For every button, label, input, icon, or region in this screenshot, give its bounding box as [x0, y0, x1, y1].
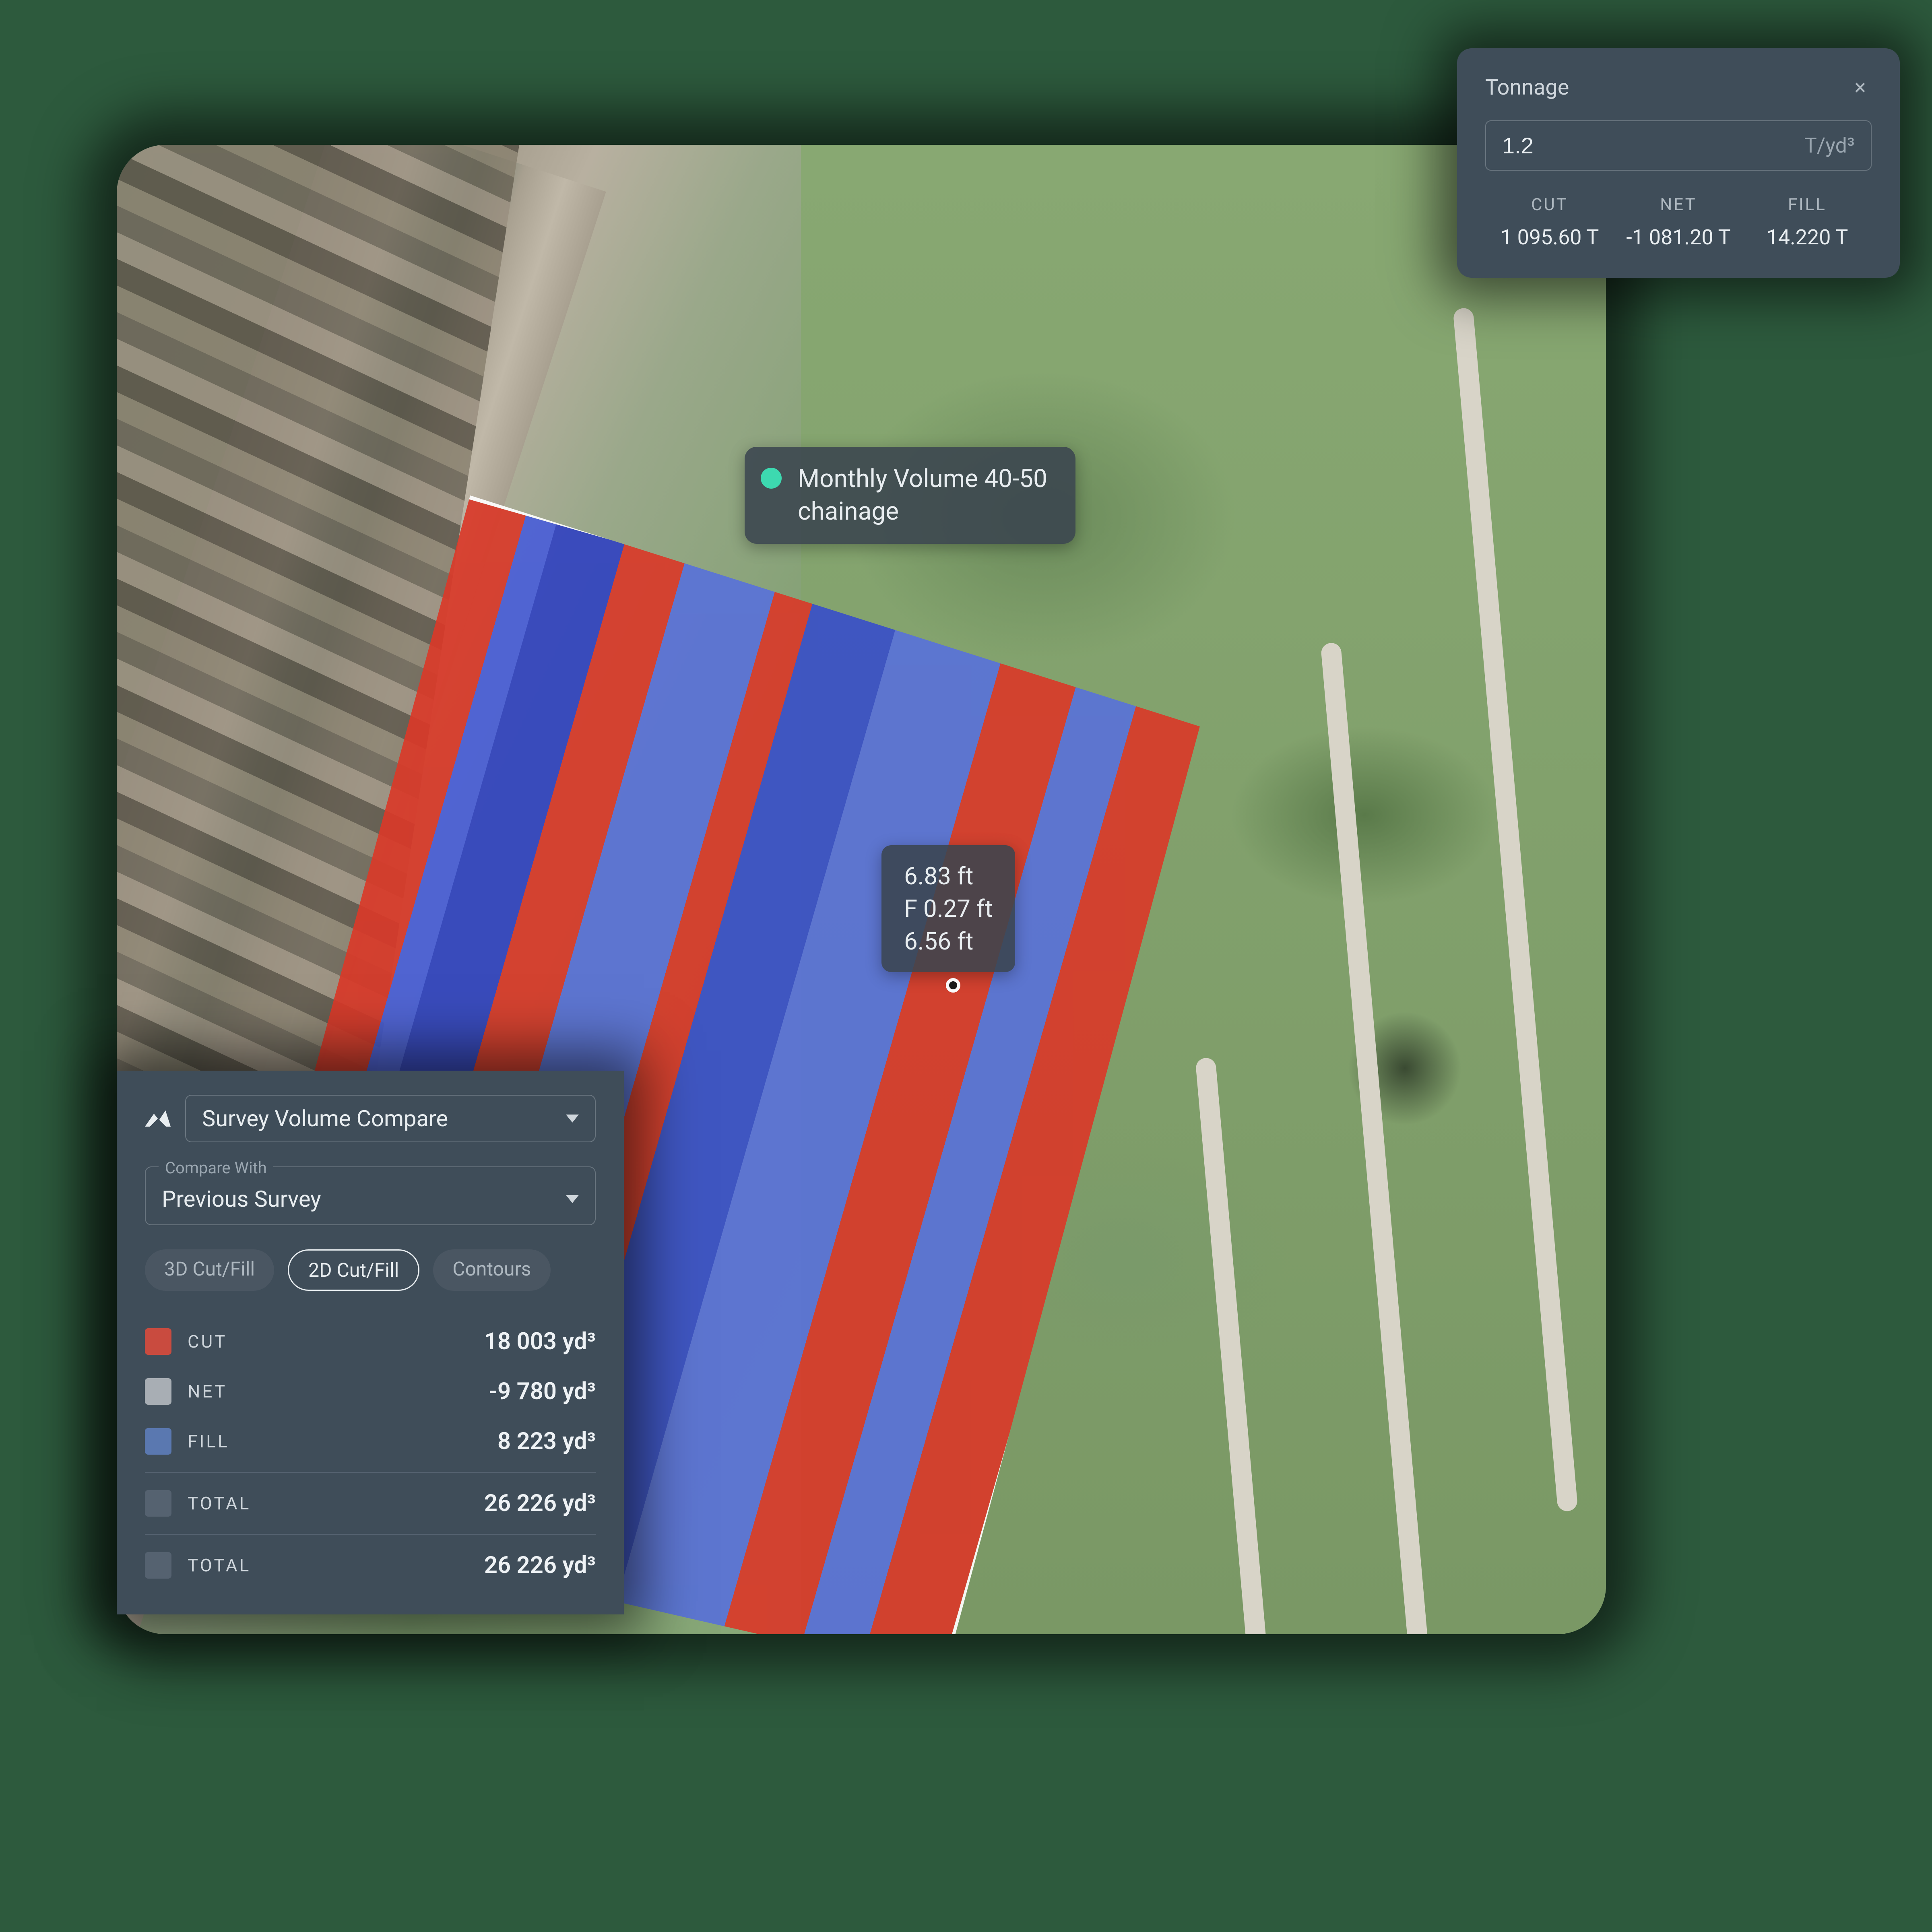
- fill-swatch: [145, 1428, 171, 1455]
- metric-row-total-2: TOTAL 26 226 yd³: [145, 1540, 596, 1590]
- fill-value: 8 223 yd³: [497, 1428, 596, 1455]
- point-readout-line3: 6.56 ft: [904, 925, 993, 958]
- point-readout-tooltip: 6.83 ft F 0.27 ft 6.56 ft: [881, 845, 1015, 972]
- point-readout-line1: 6.83 ft: [904, 860, 993, 892]
- compare-with-legend: Compare With: [159, 1158, 273, 1177]
- point-marker-icon[interactable]: [946, 978, 960, 993]
- volume-label-line2: chainage: [798, 495, 1047, 528]
- metric-row-net: NET -9 780 yd³: [145, 1366, 596, 1416]
- volume-label-text: Monthly Volume 40-50 chainage: [798, 463, 1047, 528]
- tonnage-net-label: NET: [1614, 195, 1743, 215]
- tonnage-title: Tonnage: [1485, 75, 1569, 100]
- tonnage-cut-label: CUT: [1485, 195, 1614, 215]
- net-swatch: [145, 1378, 171, 1405]
- tonnage-input[interactable]: [1502, 132, 1804, 159]
- metric-row-cut: CUT 18 003 yd³: [145, 1317, 596, 1366]
- survey-mode-label: Survey Volume Compare: [202, 1105, 448, 1132]
- total-value-2: 26 226 yd³: [484, 1552, 596, 1579]
- total-label-2: TOTAL: [188, 1555, 251, 1576]
- tab-3d-cut-fill[interactable]: 3D Cut/Fill: [145, 1249, 274, 1291]
- divider: [145, 1534, 596, 1535]
- divider: [145, 1472, 596, 1473]
- net-value: -9 780 yd³: [489, 1378, 596, 1405]
- volume-label-tooltip[interactable]: Monthly Volume 40-50 chainage: [745, 447, 1075, 544]
- tonnage-net-value: -1 081.20 T: [1614, 225, 1743, 250]
- terrain-icon: [145, 1110, 171, 1127]
- tonnage-fill-value: 14.220 T: [1743, 225, 1872, 250]
- total-label-1: TOTAL: [188, 1493, 251, 1514]
- chevron-down-icon: [566, 1115, 579, 1123]
- close-icon[interactable]: ×: [1849, 72, 1872, 103]
- total-value-1: 26 226 yd³: [484, 1490, 596, 1517]
- total-swatch: [145, 1552, 171, 1579]
- cut-label: CUT: [188, 1331, 227, 1352]
- chevron-down-icon: [566, 1195, 579, 1203]
- net-label: NET: [188, 1381, 227, 1402]
- cut-value: 18 003 yd³: [484, 1328, 596, 1355]
- total-swatch: [145, 1490, 171, 1517]
- volume-label-line1: Monthly Volume 40-50: [798, 463, 1047, 495]
- tonnage-input-row[interactable]: T/yd³: [1485, 120, 1872, 171]
- fill-label: FILL: [188, 1431, 229, 1452]
- tonnage-cut-value: 1 095.60 T: [1485, 225, 1614, 250]
- survey-volume-panel: Survey Volume Compare Compare With Previ…: [117, 1071, 624, 1614]
- tonnage-unit: T/yd³: [1804, 133, 1855, 158]
- view-tabs: 3D Cut/Fill 2D Cut/Fill Contours: [145, 1249, 596, 1291]
- compare-with-select[interactable]: Compare With Previous Survey: [145, 1166, 596, 1225]
- tab-contours[interactable]: Contours: [433, 1249, 550, 1291]
- tonnage-panel: Tonnage × T/yd³ CUT 1 095.60 T NET -1 08…: [1457, 48, 1900, 278]
- cut-swatch: [145, 1328, 171, 1355]
- status-dot-icon: [761, 468, 782, 489]
- survey-mode-select[interactable]: Survey Volume Compare: [185, 1095, 596, 1142]
- compare-with-value: Previous Survey: [162, 1186, 321, 1212]
- metric-row-fill: FILL 8 223 yd³: [145, 1416, 596, 1466]
- point-readout-line2: F 0.27 ft: [904, 892, 993, 925]
- tab-2d-cut-fill[interactable]: 2D Cut/Fill: [288, 1249, 419, 1291]
- metric-row-total-1: TOTAL 26 226 yd³: [145, 1478, 596, 1528]
- tonnage-fill-label: FILL: [1743, 195, 1872, 215]
